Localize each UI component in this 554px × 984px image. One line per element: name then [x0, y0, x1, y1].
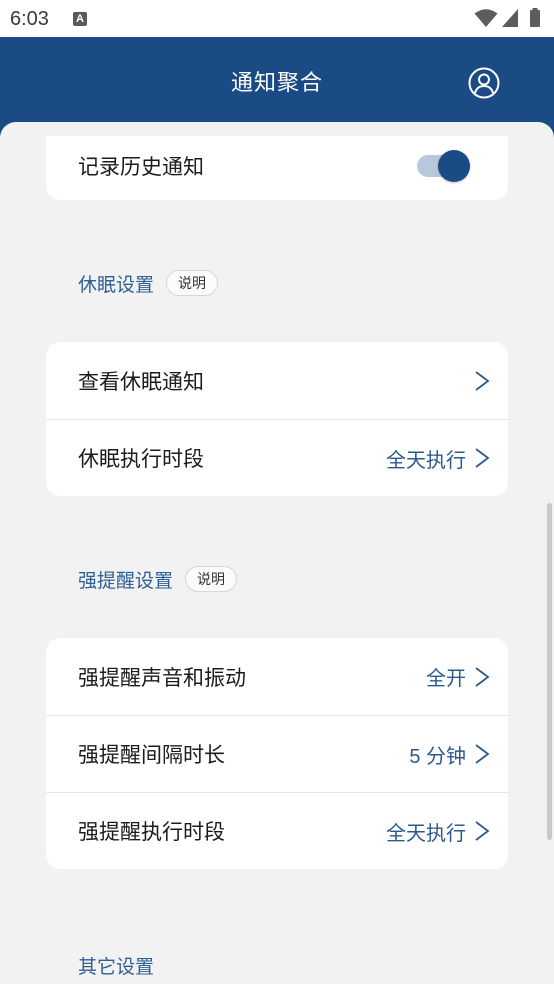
history-card: 记录历史通知: [46, 136, 508, 200]
row-label: 休眠执行时段: [78, 448, 204, 471]
status-bar: 6:03 A: [0, 0, 554, 37]
row-value: 全天执行: [386, 449, 466, 472]
sleep-section-title: 休眠设置: [78, 274, 155, 296]
chevron-right-icon: [475, 666, 490, 687]
scrollbar[interactable]: [547, 503, 552, 840]
battery-icon: [530, 8, 540, 27]
wifi-icon: [474, 9, 498, 27]
row-label: 查看休眠通知: [78, 370, 204, 394]
row-value: 5 分钟: [409, 745, 466, 768]
toggle-knob: [438, 150, 470, 182]
row-value: 全开: [426, 668, 466, 690]
view-sleep-notifications-row[interactable]: 查看休眠通知: [46, 342, 508, 419]
signal-icon: [502, 9, 518, 27]
history-row[interactable]: 记录历史通知: [46, 136, 508, 200]
chevron-right-icon: [475, 370, 490, 391]
strong-section-header: 强提醒设置 说明: [78, 565, 238, 593]
chevron-right-icon: [475, 821, 490, 841]
other-section-title: 其它设置: [78, 956, 155, 978]
strong-schedule-row[interactable]: 强提醒执行时段 全天执行: [46, 792, 508, 869]
strong-section-title: 强提醒设置: [78, 570, 174, 592]
sleep-card: 查看休眠通知 休眠执行时段 全天执行: [46, 342, 508, 496]
settings-panel: 记录历史通知 休眠设置 说明 查看休眠通知 休眠执行时段 全天执行 强提醒设置 …: [0, 122, 554, 984]
row-label: 强提醒执行时段: [78, 821, 225, 844]
history-toggle[interactable]: [417, 150, 470, 182]
row-label: 强提醒声音和振动: [78, 666, 246, 690]
history-label: 记录历史通知: [78, 156, 204, 179]
row-value: 全天执行: [386, 822, 466, 845]
sleep-schedule-row[interactable]: 休眠执行时段 全天执行: [46, 419, 508, 496]
chevron-right-icon: [475, 744, 490, 764]
profile-button[interactable]: [468, 67, 500, 99]
strong-sound-vibration-row[interactable]: 强提醒声音和振动 全开: [46, 638, 508, 715]
status-time: 6:03: [10, 8, 49, 30]
sleep-info-button[interactable]: 说明: [166, 270, 219, 296]
notification-a-icon: A: [73, 12, 87, 26]
strong-interval-row[interactable]: 强提醒间隔时长 5 分钟: [46, 715, 508, 792]
strong-card: 强提醒声音和振动 全开 强提醒间隔时长 5 分钟 强提醒执行时段 全天执行: [46, 638, 508, 869]
sleep-section-header: 休眠设置 说明: [78, 269, 219, 297]
strong-info-button[interactable]: 说明: [185, 566, 238, 592]
account-circle-icon: [468, 67, 500, 99]
other-section-header: 其它设置: [78, 951, 154, 979]
chevron-right-icon: [475, 448, 490, 468]
row-label: 强提醒间隔时长: [78, 744, 225, 767]
